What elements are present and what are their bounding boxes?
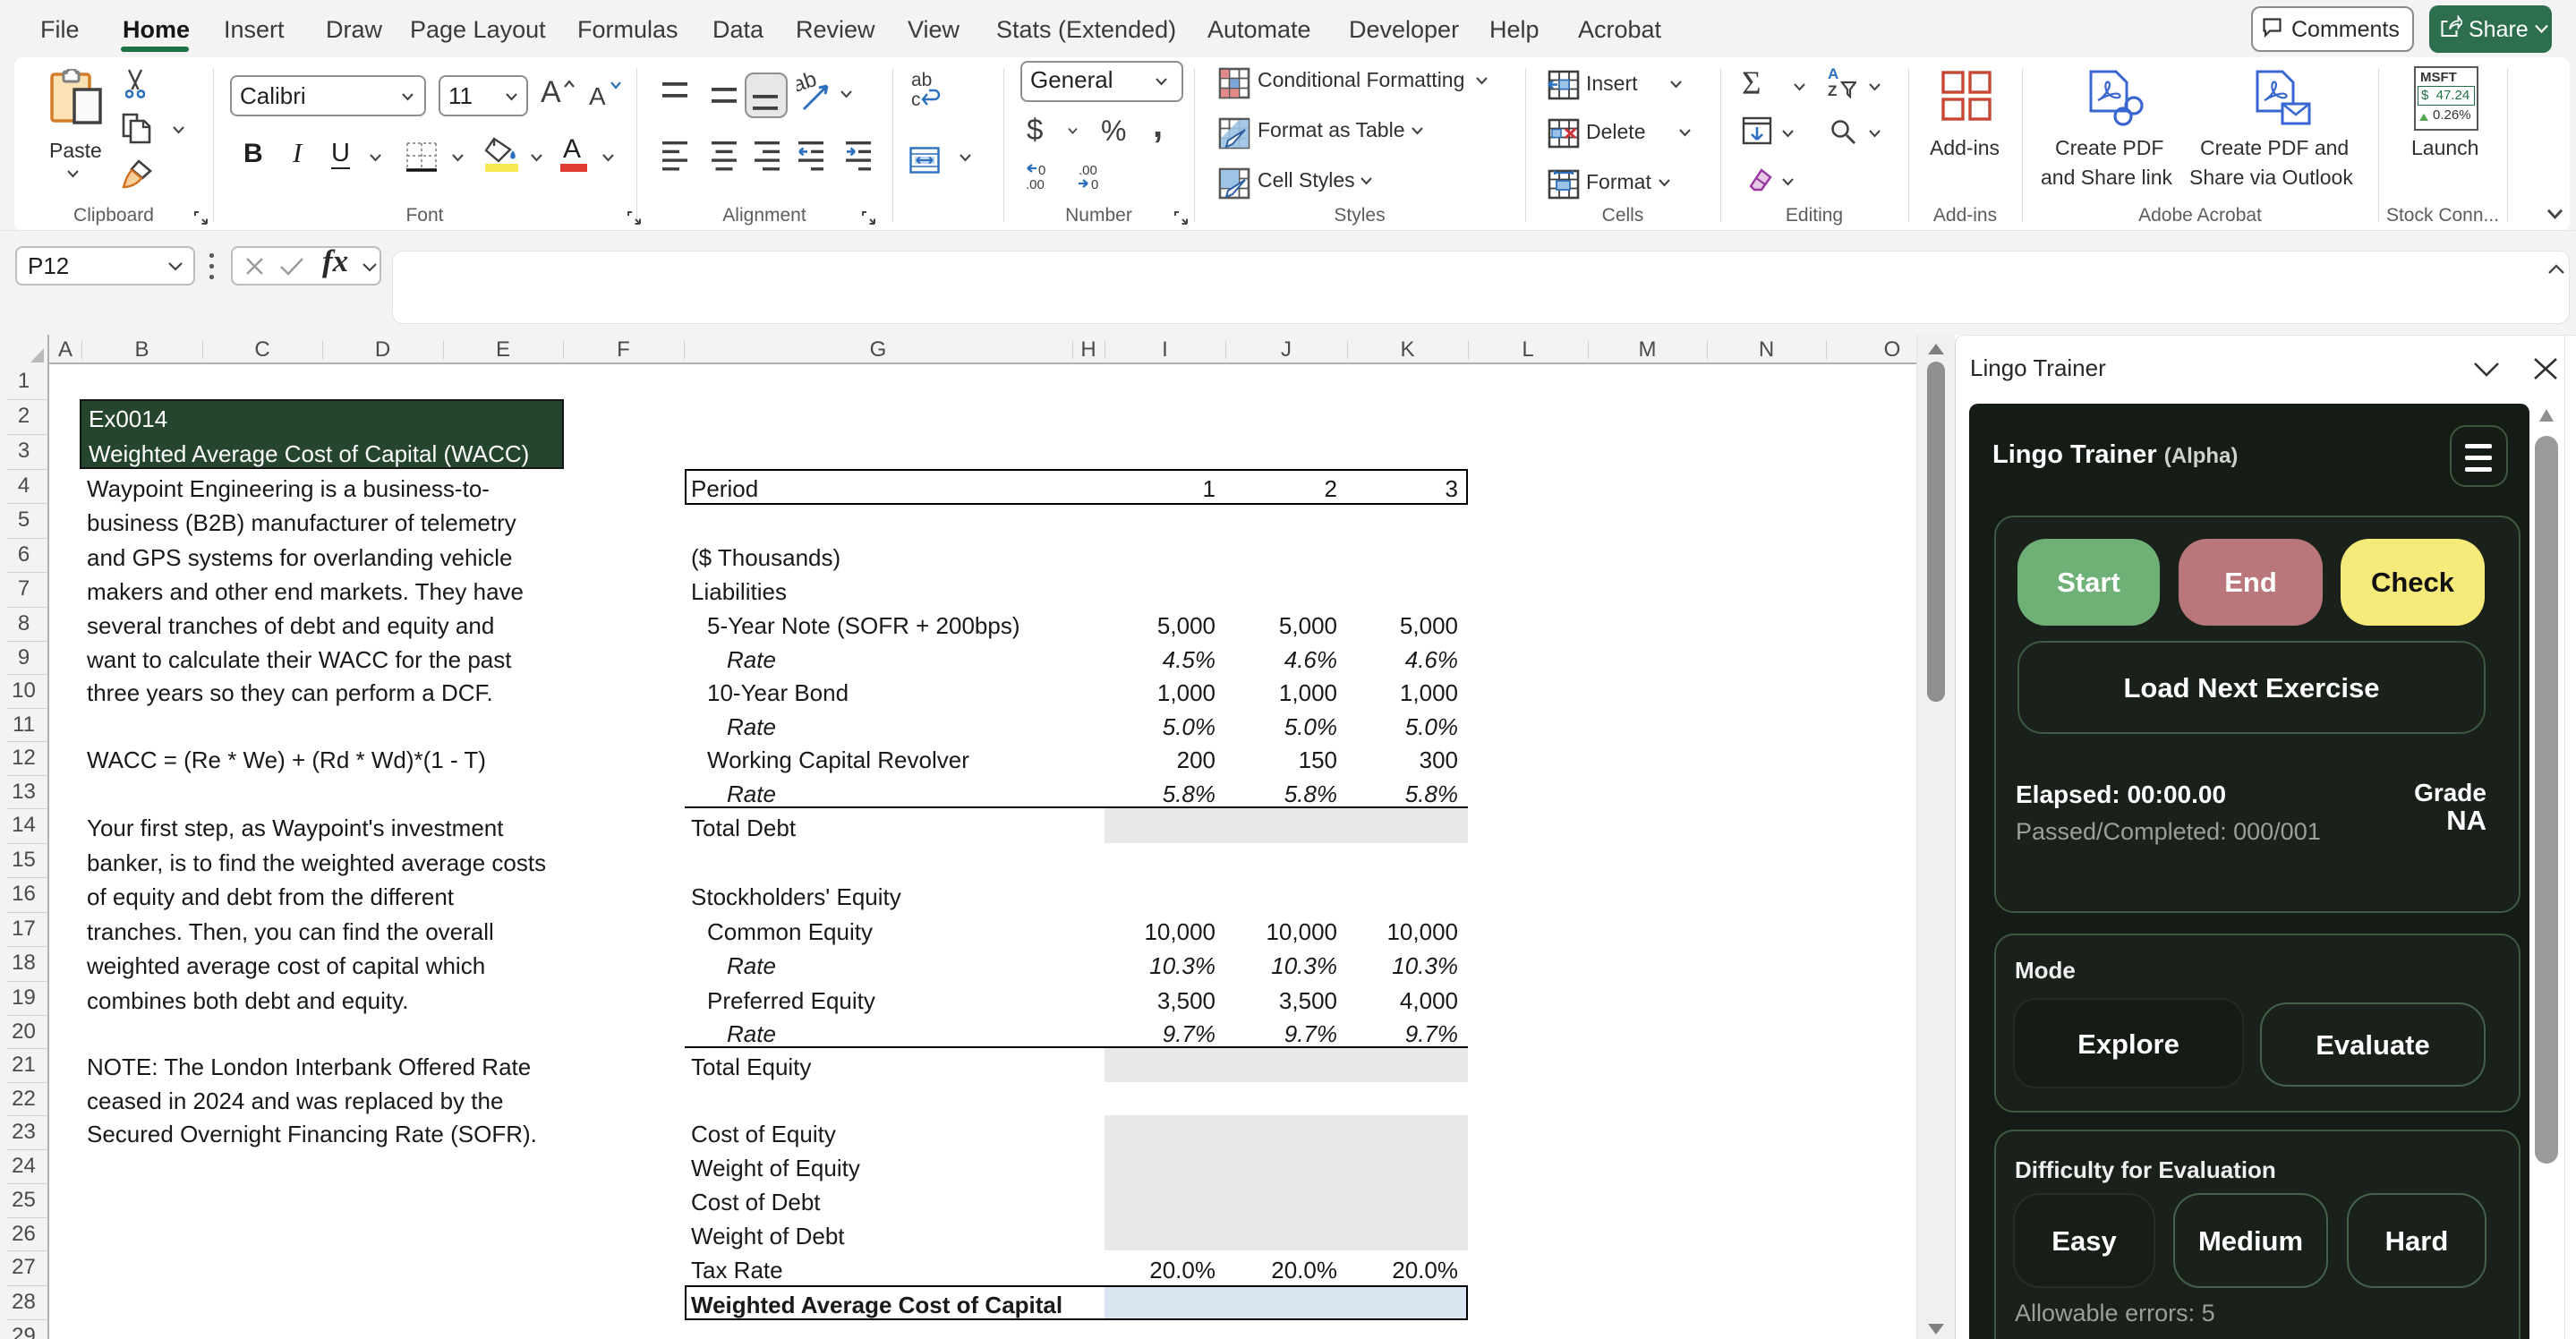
svg-text:0: 0 xyxy=(1091,177,1098,190)
svg-text:A: A xyxy=(1828,66,1838,82)
svg-text:ab: ab xyxy=(797,72,820,98)
svg-text:.00: .00 xyxy=(1079,163,1097,178)
svg-text:Z: Z xyxy=(1828,82,1837,98)
svg-text:c: c xyxy=(911,90,921,109)
svg-text:.00: .00 xyxy=(1026,177,1045,190)
svg-text:0: 0 xyxy=(1038,163,1045,178)
svg-text:ab: ab xyxy=(911,70,932,90)
